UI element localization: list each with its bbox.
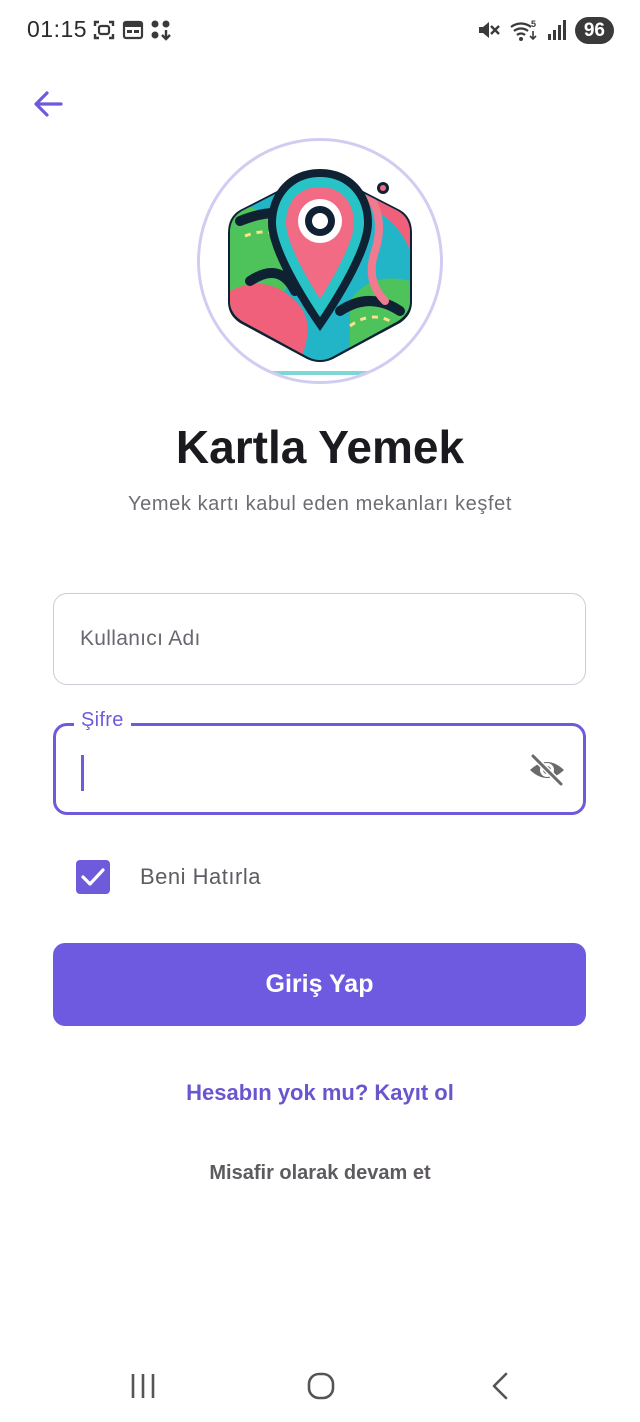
app-title: Kartla Yemek: [175, 421, 465, 473]
checkmark-icon: [81, 868, 105, 886]
signal-icon: [547, 20, 566, 40]
back-icon: [492, 1372, 508, 1400]
app-logo: [197, 138, 443, 384]
home-button[interactable]: [299, 1366, 343, 1406]
status-time: 01:15: [27, 16, 88, 42]
login-button[interactable]: Giriş Yap: [53, 943, 586, 1026]
navigation-bar: [0, 1350, 640, 1422]
calendar-icon: [122, 20, 144, 40]
svg-text:5: 5: [531, 19, 536, 29]
username-placeholder: Kullanıcı Adı: [80, 627, 201, 650]
recents-icon: [131, 1374, 155, 1398]
apps-icon: [151, 20, 171, 41]
wifi-icon: 5: [510, 19, 537, 41]
text-cursor: [81, 755, 84, 791]
status-bar: 01:15 5 96: [0, 0, 640, 60]
guest-link[interactable]: Misafir olarak devam et: [0, 1162, 640, 1185]
nav-back-button[interactable]: [478, 1366, 522, 1406]
toggle-password-visibility-button[interactable]: [527, 752, 567, 788]
battery-indicator: 96: [574, 16, 614, 44]
map-pin-logo-icon: [228, 169, 412, 375]
password-field[interactable]: Şifre: [53, 709, 586, 815]
mute-icon: [478, 22, 500, 38]
username-field[interactable]: Kullanıcı Adı: [53, 593, 586, 685]
recents-button[interactable]: [121, 1366, 165, 1406]
password-label: Şifre: [74, 709, 131, 732]
remember-label[interactable]: Beni Hatırla: [140, 864, 261, 890]
screenshot-icon: [93, 20, 115, 40]
home-icon: [307, 1372, 335, 1400]
register-link[interactable]: Hesabın yok mu? Kayıt ol: [0, 1080, 640, 1106]
arrow-left-icon: [34, 91, 63, 117]
remember-checkbox[interactable]: [76, 860, 110, 894]
eye-off-icon: [530, 753, 564, 787]
app-subtitle: Yemek kartı kabul eden mekanları keşfet: [128, 493, 512, 515]
back-button[interactable]: [28, 84, 68, 124]
